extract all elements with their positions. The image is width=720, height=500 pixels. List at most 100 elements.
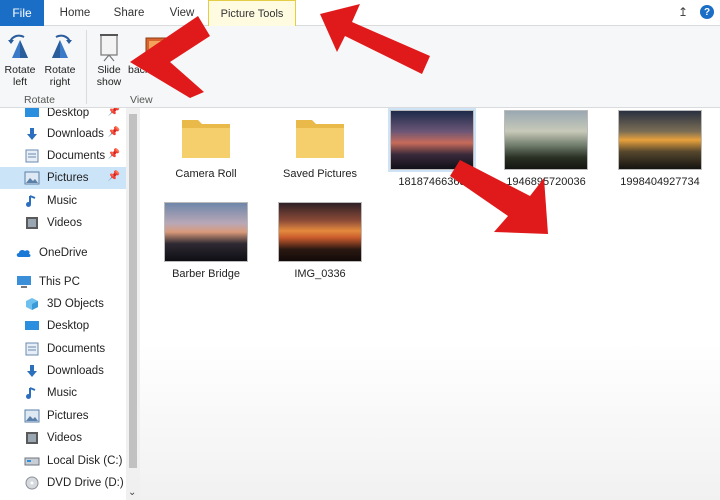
file-list: Camera Roll Saved Pictures 18187466363 1… [140, 108, 720, 500]
help-icon[interactable]: ? [700, 5, 714, 19]
image-thumbnail [278, 202, 362, 262]
tab-file[interactable]: File [0, 0, 44, 26]
image-item[interactable]: 1946895720036 [498, 108, 594, 188]
folder-icon [296, 120, 344, 158]
scroll-down-icon[interactable]: ⌄ [128, 487, 136, 498]
image-item[interactable]: Barber Bridge [158, 200, 254, 280]
nav-item-onedrive[interactable]: OneDrive [0, 242, 126, 264]
nav-item-documents-quick[interactable]: Documents 📌 [0, 145, 126, 167]
rotate-right-icon [52, 34, 72, 58]
nav-item-local-disk[interactable]: Local Disk (C:) [0, 450, 126, 472]
nav-item-music[interactable]: Music [0, 382, 126, 404]
image-item[interactable]: 1998404927734 [612, 108, 708, 188]
set-background-label: background [128, 64, 176, 76]
folder-item[interactable]: Saved Pictures [272, 114, 368, 180]
nav-item-label: Music [47, 387, 78, 399]
videos-icon [26, 217, 38, 229]
nav-item-label: Documents [47, 343, 106, 355]
pin-icon: 📌 [107, 127, 120, 138]
group-view-label: View [130, 94, 153, 106]
nav-item-downloads[interactable]: Downloads [0, 360, 126, 382]
ribbon-tab-bar: File Home Share View Picture Tools ↥ ? [0, 0, 720, 27]
rotate-left-icon [8, 34, 28, 58]
file-name: Barber Bridge [172, 268, 240, 280]
nav-item-downloads-quick[interactable]: Downloads 📌 [0, 123, 126, 145]
image-thumbnail [504, 110, 588, 170]
file-name: 18187466363 [398, 176, 466, 188]
nav-item-pictures[interactable]: Pictures [0, 405, 126, 427]
file-name: 1998404927734 [620, 176, 700, 188]
tab-home[interactable]: Home [50, 0, 100, 26]
nav-item-label: Local Disk (C:) [47, 455, 123, 467]
rotate-left-button[interactable]: Rotate left [2, 32, 38, 88]
folder-item[interactable]: Camera Roll [158, 114, 254, 180]
nav-item-label: Desktop [47, 108, 90, 119]
music-icon [26, 387, 36, 399]
pin-icon: 📌 [107, 171, 120, 182]
file-name: 1946895720036 [506, 176, 586, 188]
desktop-icon [25, 108, 39, 117]
desktop-icon [25, 321, 39, 330]
documents-icon [25, 149, 39, 163]
slide-show-icon [100, 34, 118, 62]
nav-item-label: Documents [47, 150, 106, 162]
documents-icon [25, 342, 39, 356]
tab-view[interactable]: View [160, 0, 204, 26]
local-disk-icon [24, 457, 40, 466]
pin-icon: 📌 [107, 108, 120, 117]
file-name: IMG_0336 [294, 268, 346, 280]
downloads-icon [27, 128, 37, 140]
nav-item-pictures-quick[interactable]: Pictures 📌 [0, 167, 126, 189]
image-thumbnail [390, 110, 474, 170]
nav-item-label: This PC [39, 276, 80, 288]
nav-item-desktop-quick[interactable]: Desktop 📌 [0, 108, 126, 124]
thumbnail-frame [276, 200, 364, 264]
videos-icon [26, 432, 38, 444]
rotate-right-button[interactable]: Rotate right [40, 32, 80, 88]
tab-picture-tools[interactable]: Picture Tools [208, 0, 296, 27]
slide-show-button[interactable]: Slide show [90, 32, 128, 88]
thumbnail-frame [616, 108, 704, 172]
image-item[interactable]: IMG_0336 [272, 200, 368, 280]
ribbon-divider [86, 30, 87, 104]
nav-item-label: Downloads [47, 128, 104, 140]
navigation-pane: Desktop 📌 Downloads 📌 Documents 📌 Pictur… [0, 108, 126, 500]
nav-item-label: 3D Objects [47, 298, 104, 310]
window-controls: ↥ ? [676, 5, 714, 19]
nav-item-documents[interactable]: Documents [0, 338, 126, 360]
nav-item-music-quick[interactable]: Music [0, 190, 126, 212]
nav-item-dvd-drive[interactable]: DVD Drive (D:) Y [0, 472, 126, 494]
navigation-scrollbar[interactable]: ⌄ [126, 108, 140, 500]
set-background-button[interactable]: background [128, 32, 176, 76]
minimize-ribbon-icon[interactable]: ↥ [676, 5, 690, 19]
pictures-icon [24, 409, 40, 423]
pictures-icon [24, 171, 40, 185]
nav-item-label: Pictures [47, 172, 89, 184]
rotate-left-label: Rotate left [4, 64, 36, 88]
nav-item-videos[interactable]: Videos [0, 427, 126, 449]
thumbnail-frame [502, 108, 590, 172]
slide-show-label: Slide show [96, 64, 122, 88]
3d-objects-icon [26, 298, 38, 310]
music-icon [26, 195, 36, 207]
nav-item-videos-quick[interactable]: Videos [0, 212, 126, 234]
tab-share[interactable]: Share [106, 0, 152, 26]
folder-icon [182, 120, 230, 158]
nav-item-this-pc[interactable]: This PC [0, 271, 126, 293]
downloads-icon [27, 365, 37, 377]
nav-item-label: DVD Drive (D:) Y [47, 477, 126, 489]
image-item-selected[interactable]: 18187466363 [384, 108, 480, 188]
this-pc-icon [17, 276, 31, 288]
nav-item-3d-objects[interactable]: 3D Objects [0, 293, 126, 315]
set-background-icon [145, 37, 171, 55]
scrollbar-thumb[interactable] [129, 114, 137, 468]
thumbnail-frame [162, 200, 250, 264]
nav-item-label: Pictures [47, 410, 89, 422]
pin-icon: 📌 [107, 149, 120, 160]
group-rotate-label: Rotate [24, 94, 55, 106]
onedrive-icon [16, 249, 31, 257]
nav-item-desktop[interactable]: Desktop [0, 315, 126, 337]
nav-item-label: Videos [47, 432, 82, 444]
nav-item-label: OneDrive [39, 247, 88, 259]
image-thumbnail [618, 110, 702, 170]
